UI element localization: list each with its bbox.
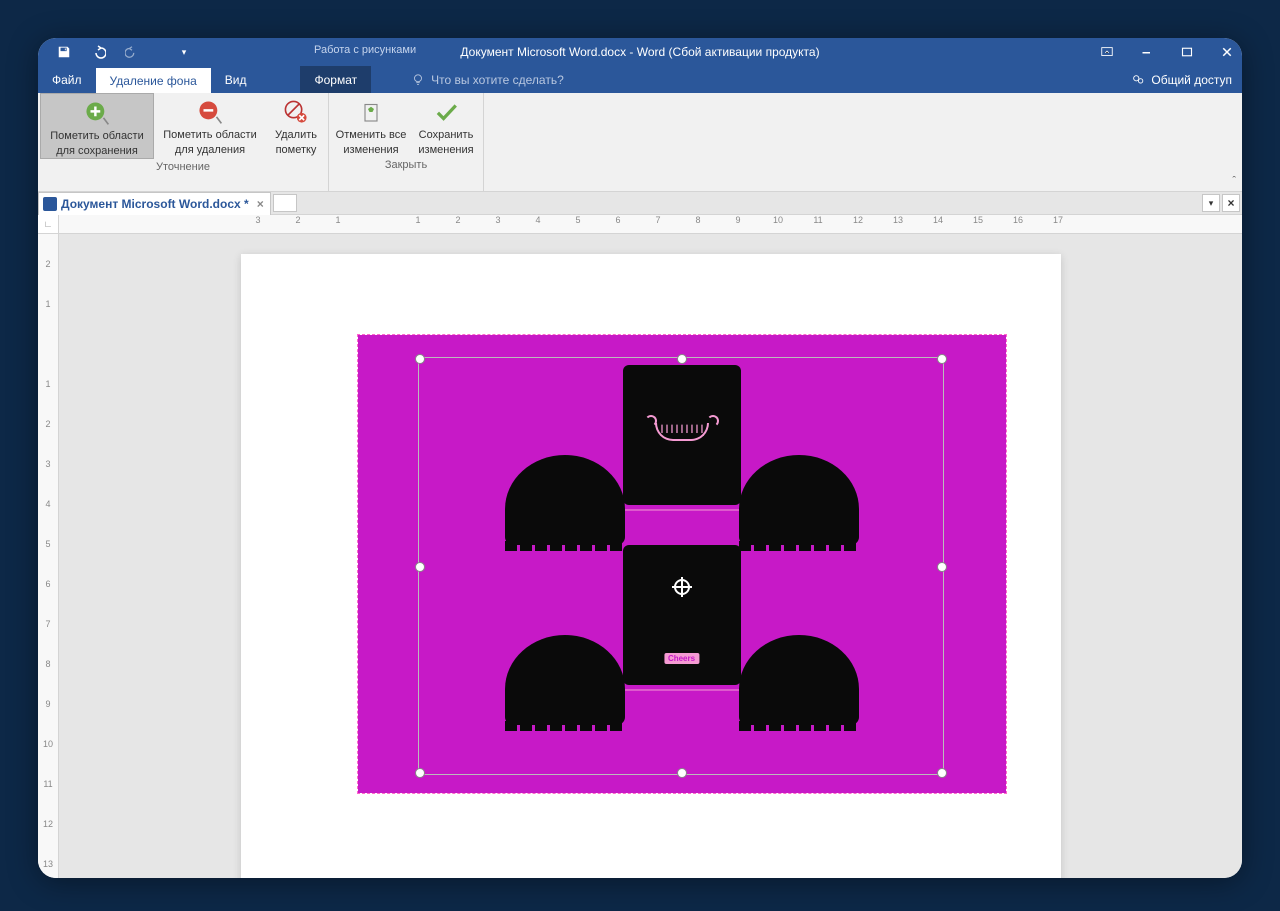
- maximize-icon[interactable]: [1178, 43, 1196, 61]
- close-all-tabs-icon[interactable]: ×: [1222, 194, 1240, 212]
- save-icon[interactable]: [56, 44, 72, 60]
- group-label: Уточнение: [40, 159, 326, 176]
- close-tab-icon[interactable]: ×: [257, 197, 264, 211]
- ribbon-tabs: Файл Удаление фона Вид Формат Что вы хот…: [38, 66, 1242, 93]
- recycle-icon: [356, 97, 386, 127]
- qat-customize-icon[interactable]: ▾: [176, 44, 192, 60]
- label: пометку: [276, 144, 317, 157]
- label: изменения: [343, 144, 398, 157]
- tell-me-placeholder: Что вы хотите сделать?: [431, 73, 564, 87]
- anchor-icon[interactable]: [674, 579, 690, 595]
- ribbon: Пометить области для сохранения Пометить…: [38, 93, 1242, 192]
- share-icon: [1131, 73, 1145, 87]
- quick-access-toolbar: ▾: [38, 44, 192, 60]
- delete-mark-icon: [281, 97, 311, 127]
- label: Пометить области: [163, 129, 257, 142]
- ribbon-display-icon[interactable]: [1098, 43, 1116, 61]
- share-label: Общий доступ: [1151, 73, 1232, 87]
- document-tab[interactable]: Документ Microsoft Word.docx * ×: [38, 192, 271, 215]
- app-window: ▾ Работа с рисунками Документ Microsoft …: [38, 38, 1242, 878]
- tell-me-search[interactable]: Что вы хотите сделать?: [411, 66, 564, 93]
- window-controls: [1098, 43, 1236, 61]
- collapse-ribbon-icon[interactable]: ˆ: [1232, 175, 1236, 187]
- lightbulb-icon: [411, 73, 425, 87]
- cheers-label: Cheers: [664, 653, 699, 664]
- mark-keep-button[interactable]: Пометить области для сохранения: [40, 93, 154, 159]
- mark-remove-button[interactable]: Пометить области для удаления: [154, 93, 266, 159]
- label: Удалить: [275, 129, 317, 142]
- page: Cheers: [241, 254, 1061, 878]
- document-tab-label: Документ Microsoft Word.docx *: [61, 197, 249, 211]
- label: изменения: [418, 144, 473, 157]
- tab-background-removal[interactable]: Удаление фона: [96, 66, 211, 93]
- share-button[interactable]: Общий доступ: [1131, 66, 1232, 93]
- redo-icon[interactable]: [124, 44, 140, 60]
- document-canvas[interactable]: Cheers: [59, 234, 1242, 878]
- titlebar: ▾ Работа с рисунками Документ Microsoft …: [38, 38, 1242, 66]
- label: для сохранения: [56, 145, 138, 158]
- group-label: Закрыть: [331, 157, 481, 174]
- figure-bottom: Cheers: [623, 545, 741, 685]
- contextual-header: Работа с рисунками: [314, 44, 416, 56]
- word-doc-icon: [43, 197, 57, 211]
- workspace: 2112345678910111213: [38, 234, 1242, 878]
- close-icon[interactable]: [1218, 43, 1236, 61]
- minimize-icon[interactable]: [1138, 43, 1156, 61]
- label: Отменить все: [336, 129, 407, 142]
- tab-format[interactable]: Формат: [300, 66, 371, 93]
- label: Сохранить: [419, 129, 474, 142]
- delete-mark-button[interactable]: Удалить пометку: [266, 93, 326, 159]
- tab-view[interactable]: Вид: [211, 66, 261, 93]
- ribbon-group-close: Отменить все изменения Сохранить изменен…: [329, 93, 484, 191]
- ruler-vertical[interactable]: 2112345678910111213: [38, 234, 59, 878]
- checkmark-icon: [431, 97, 461, 127]
- label: для удаления: [175, 144, 245, 157]
- picture-magenta-bg: Cheers: [358, 335, 1006, 793]
- tab-selector-icon[interactable]: ∟: [38, 215, 59, 233]
- plus-circle-icon: [82, 98, 112, 128]
- selected-picture[interactable]: Cheers: [357, 334, 1007, 794]
- keep-changes-button[interactable]: Сохранить изменения: [411, 93, 481, 157]
- document-tabs: Документ Microsoft Word.docx * × ▾ ×: [38, 192, 1242, 215]
- undo-icon[interactable]: [90, 44, 106, 60]
- tab-list-dropdown-icon[interactable]: ▾: [1202, 194, 1220, 212]
- new-tab-button[interactable]: [273, 194, 297, 212]
- label: Пометить области: [50, 130, 144, 143]
- ribbon-group-refine: Пометить области для сохранения Пометить…: [38, 93, 329, 191]
- tab-file[interactable]: Файл: [38, 66, 96, 93]
- figure-top: [623, 365, 741, 505]
- discard-changes-button[interactable]: Отменить все изменения: [331, 93, 411, 157]
- window-title: Документ Microsoft Word.docx - Word (Сбо…: [38, 45, 1242, 59]
- minus-circle-icon: [195, 97, 225, 127]
- ruler-horizontal[interactable]: ∟ 3211234567891011121314151617: [38, 215, 1242, 234]
